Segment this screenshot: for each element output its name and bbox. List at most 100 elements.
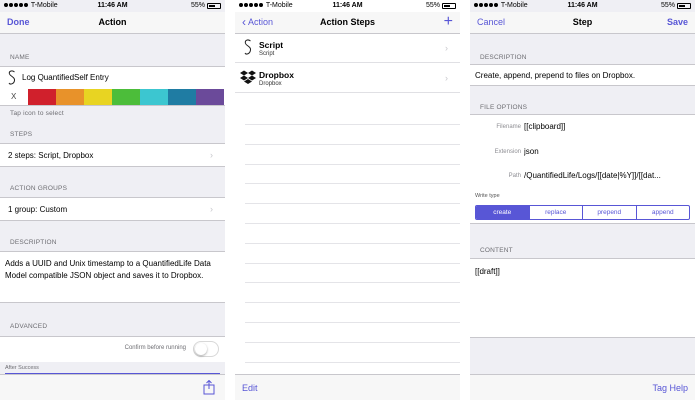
color-swatch[interactable] bbox=[84, 89, 112, 105]
status-bar: T-Mobile 11:46 AM 55% bbox=[235, 0, 460, 12]
nav-bar: Done Action bbox=[0, 12, 225, 34]
path-label: Path bbox=[508, 173, 521, 179]
write-type-prepend[interactable]: prepend bbox=[582, 206, 636, 219]
chevron-right-icon: › bbox=[210, 204, 213, 214]
step-subtitle: Dropbox bbox=[259, 81, 282, 87]
write-type-create[interactable]: create bbox=[476, 206, 529, 219]
list-separator bbox=[245, 203, 460, 204]
chevron-right-icon: › bbox=[445, 43, 448, 53]
step-row-dropbox[interactable]: Dropbox Dropbox › bbox=[235, 65, 460, 93]
battery-percent: 55% bbox=[190, 2, 205, 9]
nav-bar: Cancel Step Save bbox=[470, 12, 695, 34]
description-section-header: DESCRIPTION bbox=[480, 54, 527, 61]
list-separator bbox=[245, 144, 460, 145]
step-screen: T-Mobile 11:46 AM 55% Cancel Step Save D… bbox=[470, 0, 695, 400]
list-separator bbox=[245, 223, 460, 224]
tag-help-button[interactable]: Tag Help bbox=[652, 383, 688, 393]
action-name-input[interactable]: Log QuantifiedSelf Entry bbox=[22, 73, 109, 82]
battery-icon bbox=[207, 2, 221, 9]
battery-icon bbox=[677, 2, 691, 9]
list-separator bbox=[245, 362, 460, 363]
color-swatch[interactable] bbox=[112, 89, 140, 105]
dropbox-icon bbox=[240, 70, 256, 84]
groups-section-header: ACTION GROUPS bbox=[10, 185, 68, 192]
step-title: Dropbox bbox=[259, 70, 294, 80]
steps-section-header: STEPS bbox=[10, 131, 33, 138]
nav-title: Action bbox=[98, 17, 127, 27]
bottom-toolbar: Edit bbox=[235, 374, 460, 400]
filename-input[interactable]: [[clipboard]] bbox=[524, 122, 690, 131]
list-separator bbox=[245, 282, 460, 283]
clear-color-button[interactable]: X bbox=[11, 92, 16, 101]
list-separator bbox=[245, 243, 460, 244]
steps-cell[interactable]: 2 steps: Script, Dropbox › bbox=[0, 143, 225, 167]
filename-field[interactable]: Filename [[clipboard]] bbox=[470, 116, 695, 140]
write-type-label: Write type bbox=[475, 193, 500, 199]
battery-icon bbox=[442, 2, 456, 9]
script-icon bbox=[244, 39, 252, 55]
step-subtitle: Script bbox=[259, 51, 275, 57]
list-separator bbox=[245, 302, 460, 303]
write-type-append[interactable]: append bbox=[635, 206, 690, 219]
tap-hint: Tap icon to select bbox=[10, 110, 64, 117]
description-cell[interactable]: Adds a UUID and Unix timestamp to a Quan… bbox=[0, 251, 225, 303]
confirm-cell: Confirm before running bbox=[0, 336, 225, 362]
steps-summary: 2 steps: Script, Dropbox bbox=[8, 151, 94, 160]
path-input[interactable]: /QuantifiedLife/Logs/[[date|%Y]]/[[dat..… bbox=[524, 171, 690, 180]
extension-field[interactable]: Extension json bbox=[470, 141, 695, 165]
list-separator bbox=[245, 124, 460, 125]
nav-title: Step bbox=[572, 17, 593, 27]
filename-label: Filename bbox=[496, 124, 521, 130]
after-success-label: After Success bbox=[5, 365, 39, 371]
description-text[interactable]: Adds a UUID and Unix timestamp to a Quan… bbox=[5, 258, 217, 282]
action-screen: T-Mobile 11:46 AM 55% Done Action NAME L… bbox=[0, 0, 225, 400]
color-picker bbox=[28, 89, 224, 105]
list-separator bbox=[245, 164, 460, 165]
list-separator bbox=[245, 342, 460, 343]
save-button[interactable]: Save bbox=[667, 17, 688, 27]
extension-input[interactable]: json bbox=[524, 147, 690, 156]
edit-button[interactable]: Edit bbox=[242, 383, 258, 393]
nav-title: Action Steps bbox=[319, 17, 375, 27]
script-icon[interactable] bbox=[7, 70, 17, 86]
share-icon[interactable] bbox=[203, 380, 215, 395]
color-swatch[interactable] bbox=[168, 89, 196, 105]
nav-bar: ‹ Action Action Steps + bbox=[235, 12, 460, 34]
write-type-replace[interactable]: replace bbox=[528, 206, 583, 219]
action-steps-screen: T-Mobile 11:46 AM 55% ‹ Action Action Ste… bbox=[235, 0, 460, 400]
battery-percent: 55% bbox=[660, 2, 675, 9]
groups-cell[interactable]: 1 group: Custom › bbox=[0, 197, 225, 221]
step-row-script[interactable]: Script Script › bbox=[235, 35, 460, 63]
write-type-segmented-control: create replace prepend append bbox=[475, 205, 690, 220]
color-swatch[interactable] bbox=[28, 89, 56, 105]
step-description: Create, append, prepend to files on Drop… bbox=[475, 71, 636, 80]
chevron-right-icon: › bbox=[210, 150, 213, 160]
color-swatch[interactable] bbox=[56, 89, 84, 105]
list-separator bbox=[245, 183, 460, 184]
description-section-header: DESCRIPTION bbox=[10, 239, 57, 246]
status-bar: T-Mobile 11:46 AM 55% bbox=[470, 0, 695, 12]
bottom-toolbar bbox=[0, 374, 225, 400]
confirm-toggle[interactable] bbox=[193, 341, 219, 357]
chevron-right-icon: › bbox=[445, 73, 448, 83]
add-step-button[interactable]: + bbox=[444, 13, 453, 31]
content-cell[interactable]: [[draft]] bbox=[470, 258, 695, 338]
step-title: Script bbox=[259, 40, 284, 50]
groups-summary: 1 group: Custom bbox=[8, 205, 68, 214]
content-input[interactable]: [[draft]] bbox=[475, 267, 500, 276]
color-swatch[interactable] bbox=[196, 89, 224, 105]
name-section-header: NAME bbox=[10, 54, 30, 61]
confirm-label: Confirm before running bbox=[124, 345, 186, 351]
bottom-toolbar: Tag Help bbox=[470, 374, 695, 400]
color-swatch[interactable] bbox=[140, 89, 168, 105]
extension-label: Extension bbox=[494, 149, 521, 155]
content-section-header: CONTENT bbox=[480, 247, 513, 254]
status-bar: T-Mobile 11:46 AM 55% bbox=[0, 0, 225, 12]
description-cell: Create, append, prepend to files on Drop… bbox=[470, 64, 695, 86]
file-options-section-header: FILE OPTIONS bbox=[480, 104, 528, 111]
path-field[interactable]: Path /QuantifiedLife/Logs/[[date|%Y]]/[[… bbox=[470, 165, 695, 189]
list-separator bbox=[245, 322, 460, 323]
advanced-section-header: ADVANCED bbox=[10, 323, 48, 330]
battery-percent: 55% bbox=[425, 2, 440, 9]
list-separator bbox=[245, 263, 460, 264]
